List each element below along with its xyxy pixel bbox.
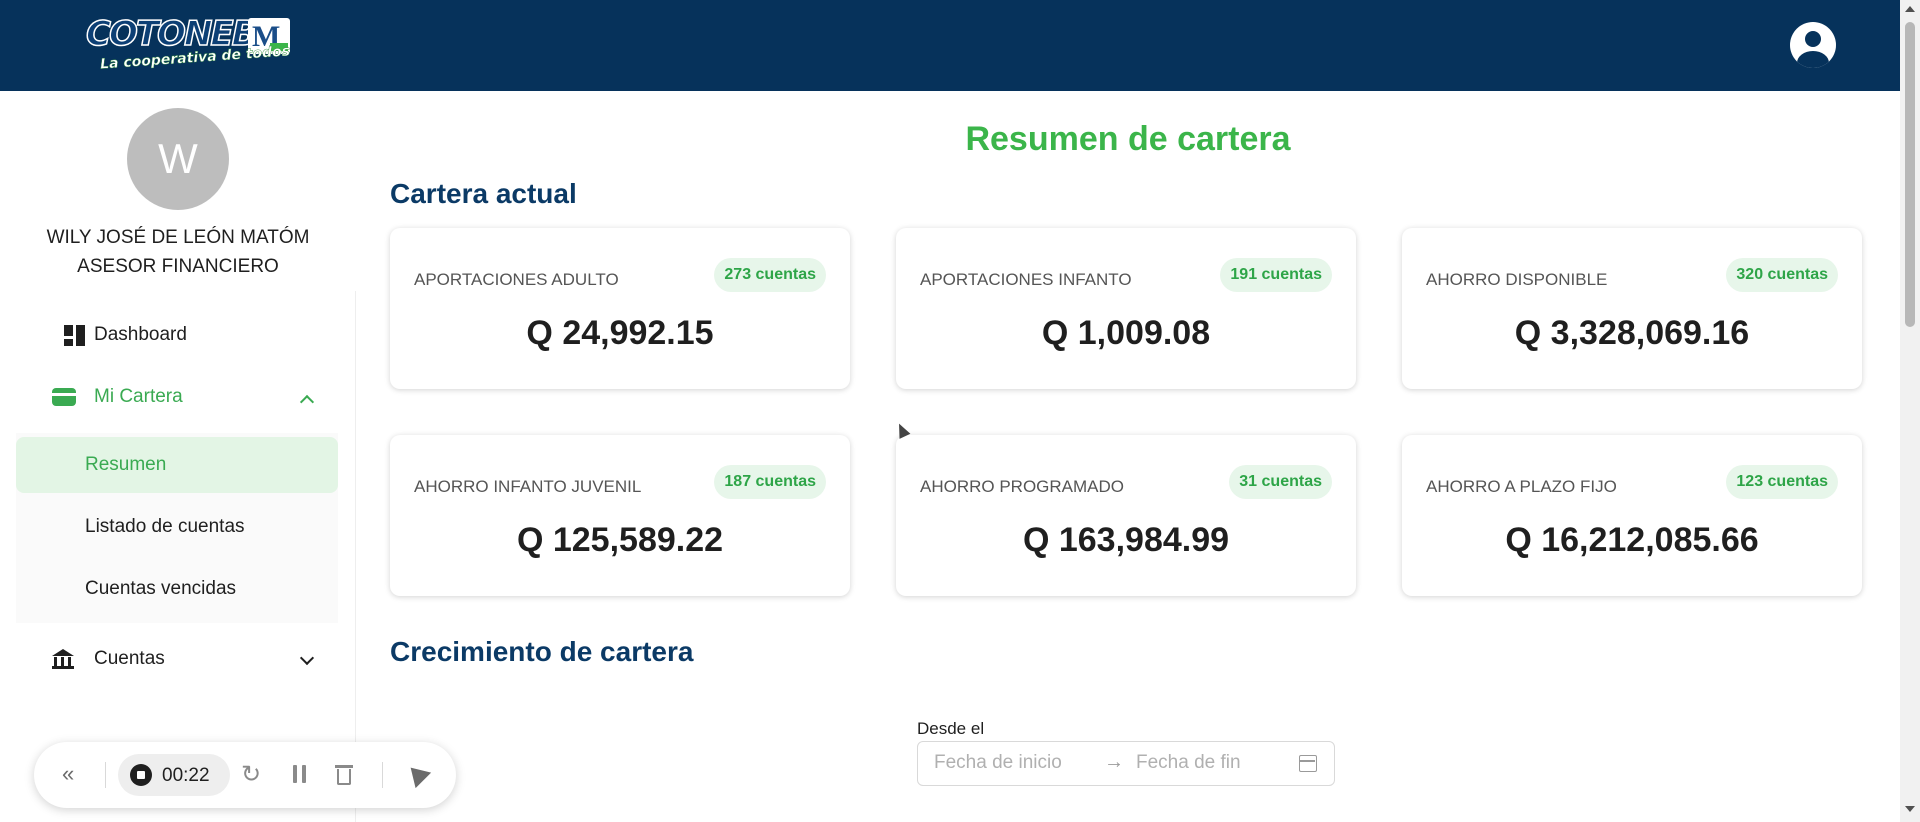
card-label: APORTACIONES ADULTO [414, 270, 619, 289]
card-label: AHORRO DISPONIBLE [1426, 270, 1608, 289]
top-header: COTONEB M La cooperativa de todos [0, 0, 1900, 91]
card-amount: Q 24,992.15 [526, 314, 714, 352]
account-count-badge: 191 cuentas [1220, 258, 1332, 292]
scroll-thumb[interactable] [1905, 22, 1915, 327]
card-label: APORTACIONES INFANTO [920, 270, 1132, 289]
summary-card: AHORRO A PLAZO FIJO 123 cuentas Q 16,212… [1402, 435, 1862, 596]
user-name: WILY JOSÉ DE LEÓN MATÓM [46, 227, 310, 248]
account-count-badge: 31 cuentas [1229, 465, 1332, 499]
account-count-badge: 187 cuentas [714, 465, 826, 499]
card-amount: Q 125,589.22 [516, 521, 724, 559]
mi-cartera-submenu: Resumen Listado de cuentas Cuentas venci… [16, 433, 338, 623]
account-count-badge: 273 cuentas [714, 258, 826, 292]
sidebar-item-dashboard[interactable]: Dashboard [16, 309, 338, 361]
date-range-picker[interactable]: → [917, 741, 1335, 786]
sidebar-item-mi-cartera[interactable]: Mi Cartera [16, 371, 338, 423]
stop-icon[interactable] [130, 764, 152, 786]
sidebar-item-label: Dashboard [94, 324, 187, 345]
sidebar: W WILY JOSÉ DE LEÓN MATÓM ASESOR FINANCI… [0, 91, 356, 822]
card-label: AHORRO PROGRAMADO [920, 477, 1125, 496]
date-range-arrow: → [1104, 751, 1124, 773]
sidebar-item-cuentas[interactable]: Cuentas [16, 633, 338, 685]
trash-icon[interactable] [333, 762, 357, 788]
scroll-down-arrow-icon[interactable] [1905, 806, 1915, 812]
sidebar-subitem-label: Cuentas vencidas [85, 578, 237, 599]
sidebar-item-label: Mi Cartera [94, 386, 183, 407]
cotoneb-logo[interactable]: COTONEB M La cooperativa de todos [85, 13, 296, 74]
sidebar-subitem-resumen[interactable]: Resumen [16, 437, 338, 493]
summary-card: APORTACIONES INFANTO 191 cuentas Q 1,009… [896, 228, 1356, 389]
account-count-badge: 320 cuentas [1726, 258, 1838, 292]
end-date-input[interactable] [1136, 752, 1296, 774]
summary-card: APORTACIONES ADULTO 273 cuentas Q 24,992… [390, 228, 850, 389]
calendar-icon[interactable] [1299, 755, 1317, 772]
account-count-badge: 123 cuentas [1726, 465, 1838, 499]
card-amount: Q 3,328,069.16 [1514, 314, 1750, 352]
start-date-input[interactable] [934, 752, 1094, 774]
dashboard-icon [52, 325, 85, 347]
user-role: ASESOR FINANCIERO [77, 256, 279, 277]
wallet-icon [52, 388, 76, 406]
sidebar-subitem-label: Listado de cuentas [85, 516, 245, 537]
section-title-crecimiento: Crecimiento de cartera [390, 636, 694, 667]
date-filter-label: Desde el [917, 719, 985, 738]
card-label: AHORRO INFANTO JUVENIL [414, 477, 642, 496]
summary-card: AHORRO PROGRAMADO 31 cuentas Q 163,984.9… [896, 435, 1356, 596]
pointer-icon[interactable] [402, 759, 432, 789]
card-amount: Q 16,212,085.66 [1505, 521, 1759, 559]
chevron-up-icon [299, 394, 315, 410]
recorder-divider [382, 762, 383, 788]
sidebar-item-label: Cuentas [94, 648, 165, 669]
page-scrollbar[interactable] [1900, 0, 1920, 822]
pause-icon[interactable] [288, 762, 312, 788]
sidebar-subitem-cuentas-vencidas[interactable]: Cuentas vencidas [16, 561, 338, 617]
restart-icon[interactable]: ↻ [241, 762, 265, 788]
avatar: W [127, 108, 229, 210]
page-title: Resumen de cartera [965, 120, 1291, 158]
chevron-down-icon [299, 650, 315, 666]
summary-card: AHORRO DISPONIBLE 320 cuentas Q 3,328,06… [1402, 228, 1862, 389]
sidebar-subitem-label: Resumen [85, 454, 167, 475]
sidebar-subitem-listado-de-cuentas[interactable]: Listado de cuentas [16, 499, 338, 555]
recording-timer: 00:22 [162, 765, 210, 786]
collapse-recorder-button[interactable]: « [62, 761, 88, 787]
user-circle-icon[interactable] [1790, 22, 1836, 68]
recorder-divider [105, 762, 106, 788]
summary-card: AHORRO INFANTO JUVENIL 187 cuentas Q 125… [390, 435, 850, 596]
card-amount: Q 1,009.08 [1041, 314, 1211, 352]
recording-status: 00:22 [118, 754, 230, 796]
scroll-up-arrow-icon[interactable] [1905, 6, 1915, 12]
section-title-cartera-actual: Cartera actual [390, 178, 577, 209]
card-label: AHORRO A PLAZO FIJO [1426, 477, 1617, 496]
bank-icon [52, 649, 74, 669]
card-amount: Q 163,984.99 [1022, 521, 1230, 559]
screen-recorder-toolbar: « 00:22 ↻ [34, 742, 456, 808]
